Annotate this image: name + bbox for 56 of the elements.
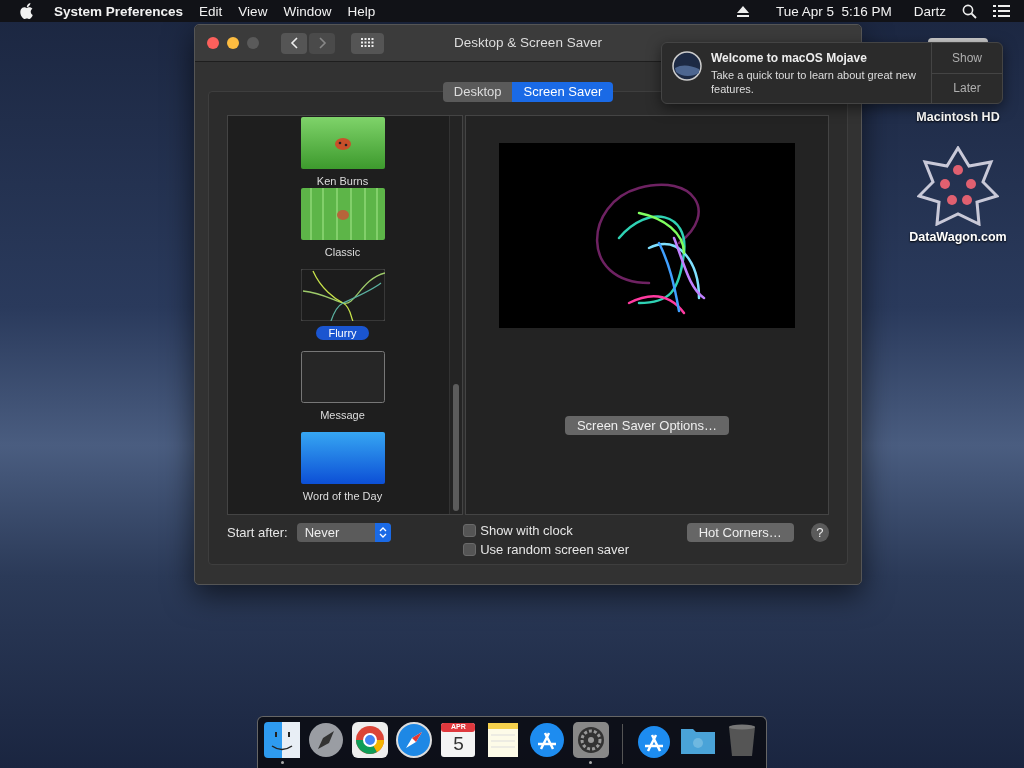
apple-icon[interactable] [18,2,34,20]
checkbox-label[interactable]: Show with clock [480,523,573,538]
menu-user-name[interactable]: Dartz [905,3,954,19]
help-button[interactable]: ? [810,523,829,542]
menu-item[interactable]: Window [275,3,340,19]
checkbox[interactable] [463,524,477,537]
menu-app-name[interactable]: System Preferences [46,3,192,19]
screen-saver-name[interactable]: Message [314,407,371,422]
gear-icon[interactable] [572,722,609,758]
chevron-left-icon [288,36,300,50]
notification-title: Welcome to macOS Mojave [711,51,868,65]
compass-icon[interactable] [396,722,433,758]
hot-corners-button[interactable]: Hot Corners… [686,523,794,542]
checkbox-label[interactable]: Use random screen saver [480,542,630,557]
minimize-button[interactable] [227,37,239,49]
screen-saver-name[interactable]: Word of the Day [296,489,389,504]
tab[interactable]: Screen Saver [512,82,614,102]
finder-face-icon[interactable] [264,722,301,758]
desktop-icon-label[interactable]: Macintosh HD [916,110,1000,124]
menu-clock[interactable]: Tue Apr 5 5:16 PM [767,3,900,19]
screen-saver-thumbnail[interactable] [300,187,385,240]
show-all-button[interactable] [351,32,384,54]
updown-arrows-icon [379,526,388,539]
screen-saver-name[interactable]: Flurry [316,326,369,341]
menu-item[interactable]: Edit [191,3,231,19]
menu-item[interactable]: View [230,3,276,19]
window-title: Desktop & Screen Saver [454,35,602,50]
desktop-icon-label[interactable]: DataWagon.com [909,230,1007,244]
screen-saver-name[interactable]: Classic [318,244,367,259]
screen-saver-thumbnail[interactable] [300,116,385,169]
checkbox[interactable] [463,543,477,556]
eject-icon[interactable] [735,4,750,18]
notification-body: Take a quick tour to learn about great new features. [711,68,916,96]
start-after-label: Start after: [227,525,288,540]
screen-saver-thumbnail[interactable] [300,432,385,485]
screen-saver-options-button[interactable]: Screen Saver Options… [564,416,730,435]
search-icon[interactable] [962,3,977,19]
scrollbar[interactable] [449,116,462,514]
app-store-icon[interactable] [528,722,565,758]
scrollbar-thumb[interactable] [453,384,459,511]
calendar-day: 5 [453,734,464,754]
start-after-popup[interactable]: Never [296,523,392,542]
screen-saver-thumbnail[interactable] [300,350,385,403]
screen-saver-thumbnail[interactable] [300,269,385,322]
notification-action-button[interactable]: Show [932,43,1002,73]
back-button[interactable] [281,32,307,54]
star-emblem-icon[interactable] [917,146,999,226]
menu-item[interactable]: Help [339,3,384,19]
list-icon[interactable] [993,4,1010,18]
tab[interactable]: Desktop [442,82,513,102]
grid-icon [361,38,374,48]
mojave-logo-icon [672,51,702,81]
chevron-right-icon [316,36,328,50]
screen-saver-name[interactable]: Ken Burns [310,173,375,188]
notification-action-button[interactable]: Later [932,72,1002,103]
close-button[interactable] [207,37,219,49]
